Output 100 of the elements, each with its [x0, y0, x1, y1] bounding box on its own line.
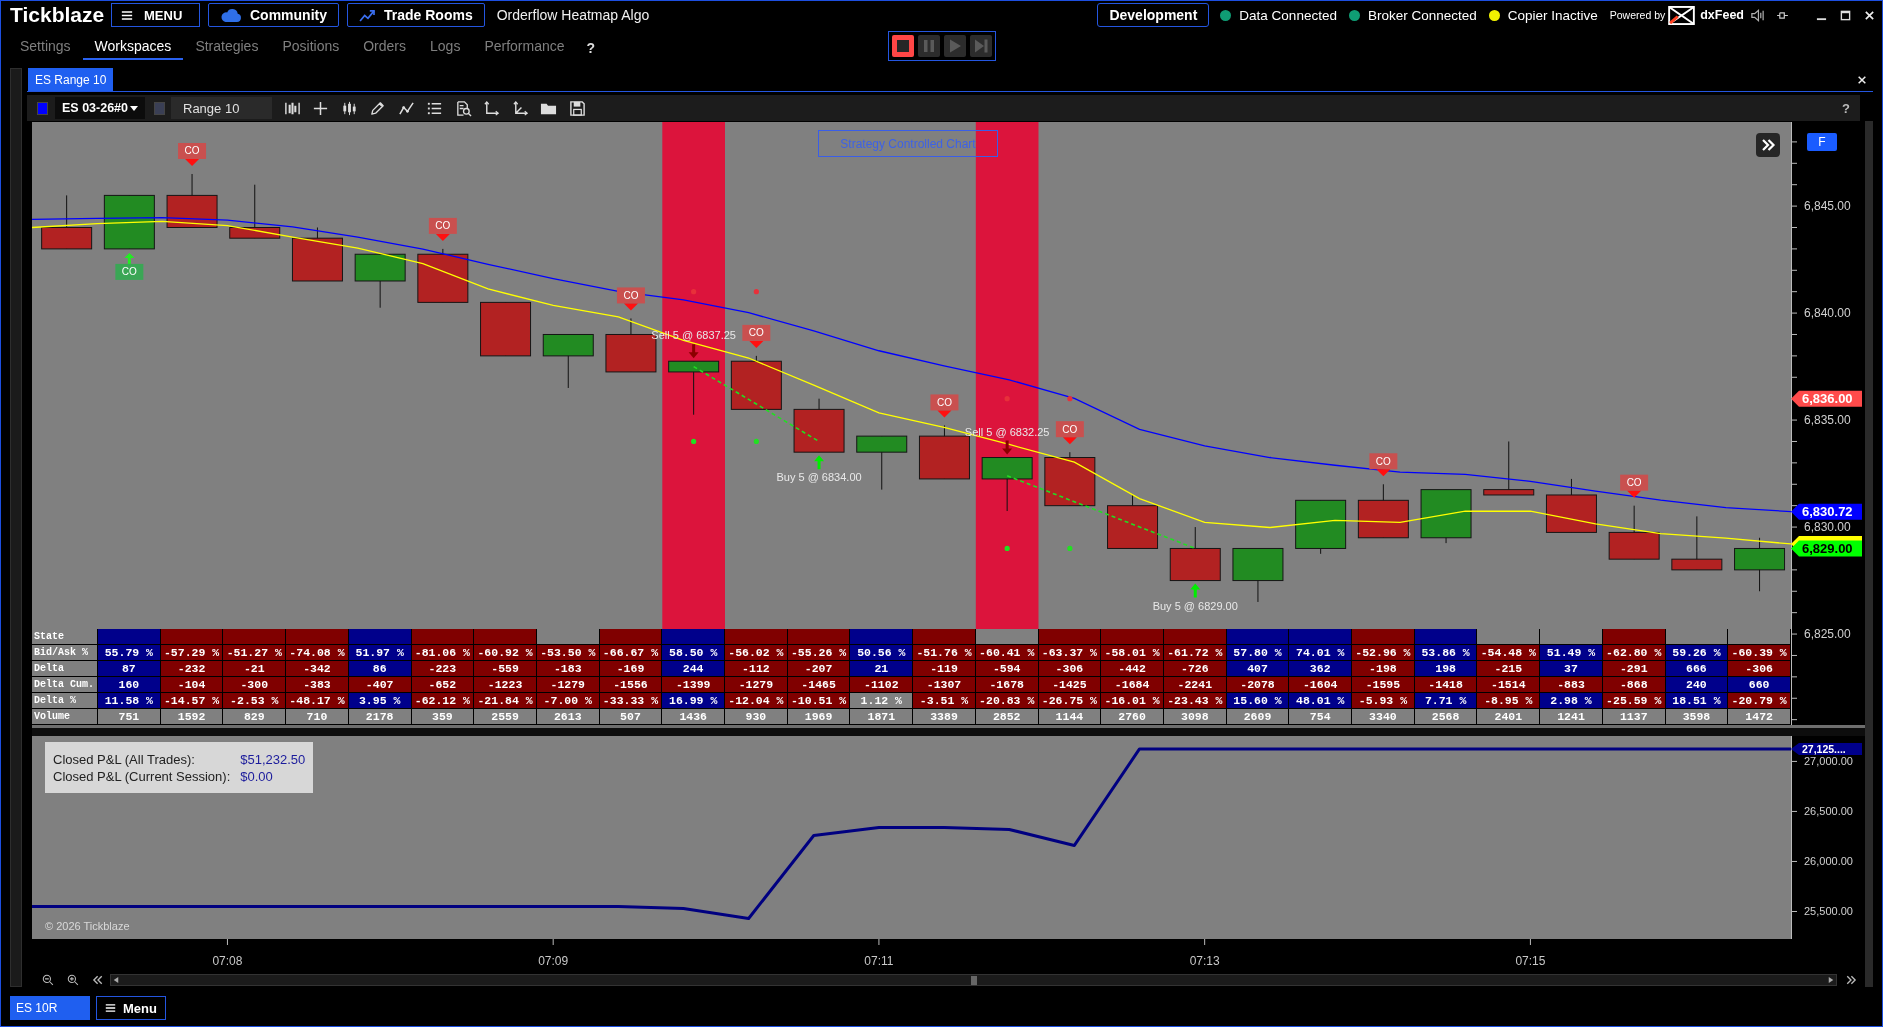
color-swatch-icon[interactable]	[37, 101, 48, 115]
time-label: 07:09	[538, 954, 569, 968]
close-icon[interactable]	[1857, 74, 1867, 85]
table-cell: -57.29 %	[160, 645, 224, 661]
line-chart-icon[interactable]	[397, 99, 415, 117]
zoom-in-icon[interactable]	[67, 974, 79, 986]
table-cell: -1279	[536, 677, 600, 693]
speaker-icon[interactable]	[1750, 7, 1765, 23]
table-cell: 660	[1728, 677, 1791, 693]
double-chevron-icon	[1760, 137, 1776, 153]
table-cell: -868	[1602, 677, 1666, 693]
axis-label: 6,825.00	[1804, 627, 1851, 642]
table-cell: 160	[98, 677, 161, 693]
table-cell: -169	[599, 661, 663, 677]
pause-button[interactable]	[917, 34, 940, 57]
double-chevron-right-icon[interactable]	[1845, 974, 1857, 986]
trade-rooms-button[interactable]: Trade Rooms	[347, 3, 485, 27]
status-label: Broker Connected	[1367, 7, 1477, 23]
environment-button[interactable]: Development	[1097, 3, 1210, 27]
save-icon[interactable]	[568, 99, 586, 117]
table-cell: -1514	[1477, 677, 1541, 693]
axis-icon[interactable]	[483, 99, 500, 117]
nav-tab[interactable]: Orders	[351, 29, 419, 60]
powered-by-label: Powered by	[1609, 9, 1666, 21]
instrument-dropdown[interactable]: ES 03-26#0	[55, 97, 145, 119]
panel-splitter[interactable]	[32, 725, 1865, 736]
help-button[interactable]: ?	[1836, 99, 1856, 117]
zoom-out-icon[interactable]	[42, 974, 54, 986]
axis-label: 26,500.00	[1804, 805, 1853, 818]
table-cell: -1556	[599, 677, 663, 693]
play-button[interactable]	[943, 34, 966, 57]
table-cell: 3598	[1665, 709, 1729, 725]
caret-icon	[130, 105, 138, 111]
nav-tab[interactable]: Performance	[472, 29, 577, 60]
crosshair-icon[interactable]	[312, 99, 329, 117]
axis-label: 6,830.00	[1804, 520, 1851, 535]
table-cell: 2609	[1226, 709, 1290, 725]
scrollbar-thumb[interactable]	[970, 975, 977, 985]
menu-button[interactable]: Menu	[96, 996, 166, 1020]
trade-label: Buy 5 @ 6834.00	[776, 471, 862, 484]
color-swatch-icon[interactable]	[154, 101, 165, 115]
table-cell: 58.50 %	[662, 645, 726, 661]
bar-type-field[interactable]: Range 10	[171, 97, 272, 119]
pencil-icon[interactable]	[369, 99, 386, 117]
row-header: Delta	[32, 661, 98, 677]
app-title: Orderflow Heatmap Algo	[496, 7, 650, 23]
nav-tab[interactable]: Positions	[270, 29, 352, 60]
document-search-icon[interactable]	[454, 99, 472, 117]
step-forward-button[interactable]	[969, 34, 992, 57]
copyright-text: © 2026 Tickblaze	[45, 920, 130, 932]
right-arrow-icon[interactable]	[1828, 976, 1834, 984]
table-cell: -66.67 %	[599, 645, 663, 661]
table-cell: 51.49 %	[1540, 645, 1603, 661]
scale-button[interactable]: F	[1807, 133, 1837, 151]
table-cell: -16.01 %	[1101, 693, 1164, 709]
table-cell: -652	[411, 677, 475, 693]
table-cell: -20.79 %	[1728, 693, 1791, 709]
close-icon[interactable]	[1864, 9, 1875, 21]
table-cell: -2.53 %	[223, 693, 287, 709]
menu-button[interactable]: MENU	[111, 3, 200, 27]
community-button[interactable]: Community	[208, 3, 339, 27]
table-cell: -1604	[1289, 677, 1353, 693]
table-cell: -594	[975, 661, 1039, 677]
status-label: Copier Inactive	[1507, 7, 1598, 23]
table-cell: -198	[1352, 661, 1415, 677]
dock-icon[interactable]	[1776, 10, 1789, 20]
table-cell: -223	[411, 661, 475, 677]
document-tab[interactable]: ES Range 10	[28, 68, 114, 91]
expand-button[interactable]	[1756, 133, 1780, 157]
help-button[interactable]: ?	[576, 29, 606, 62]
table-cell: -442	[1101, 661, 1164, 677]
left-arrow-icon[interactable]	[113, 976, 119, 984]
table-cell: -207	[787, 661, 851, 677]
up-arrow-icon	[814, 455, 825, 470]
nav-tab[interactable]: Workspaces	[82, 29, 184, 60]
double-chevron-left-icon[interactable]	[92, 974, 104, 986]
candlestick-icon[interactable]	[340, 99, 358, 117]
stop-button[interactable]	[891, 34, 914, 57]
table-cell: -51.76 %	[913, 645, 976, 661]
table-cell: -1279	[725, 677, 788, 693]
vertical-scrollbar[interactable]	[1865, 121, 1873, 987]
axis-diagonal-icon[interactable]	[511, 99, 529, 117]
table-cell: -21	[223, 661, 287, 677]
table-cell: -183	[536, 661, 600, 677]
scrollbar-track[interactable]	[110, 974, 1837, 986]
bottom-tab[interactable]: ES 10R	[10, 996, 90, 1020]
table-cell: 3098	[1163, 709, 1227, 725]
table-cell: -3.51 %	[913, 693, 976, 709]
nav-tab[interactable]: Logs	[418, 29, 473, 60]
nav-tab[interactable]: Strategies	[183, 29, 271, 60]
table-cell: 1592	[160, 709, 224, 725]
table-cell: -12.04 %	[725, 693, 788, 709]
table-cell: -60.41 %	[975, 645, 1039, 661]
step-forward-icon	[972, 37, 989, 54]
table-cell: 7.71 %	[1414, 693, 1478, 709]
maximize-icon[interactable]	[1840, 9, 1851, 21]
down-arrow-icon	[1002, 440, 1013, 455]
table-cell: -58.01 %	[1101, 645, 1164, 661]
table-cell: 3389	[913, 709, 976, 725]
nav-tab[interactable]: Settings	[8, 29, 83, 60]
